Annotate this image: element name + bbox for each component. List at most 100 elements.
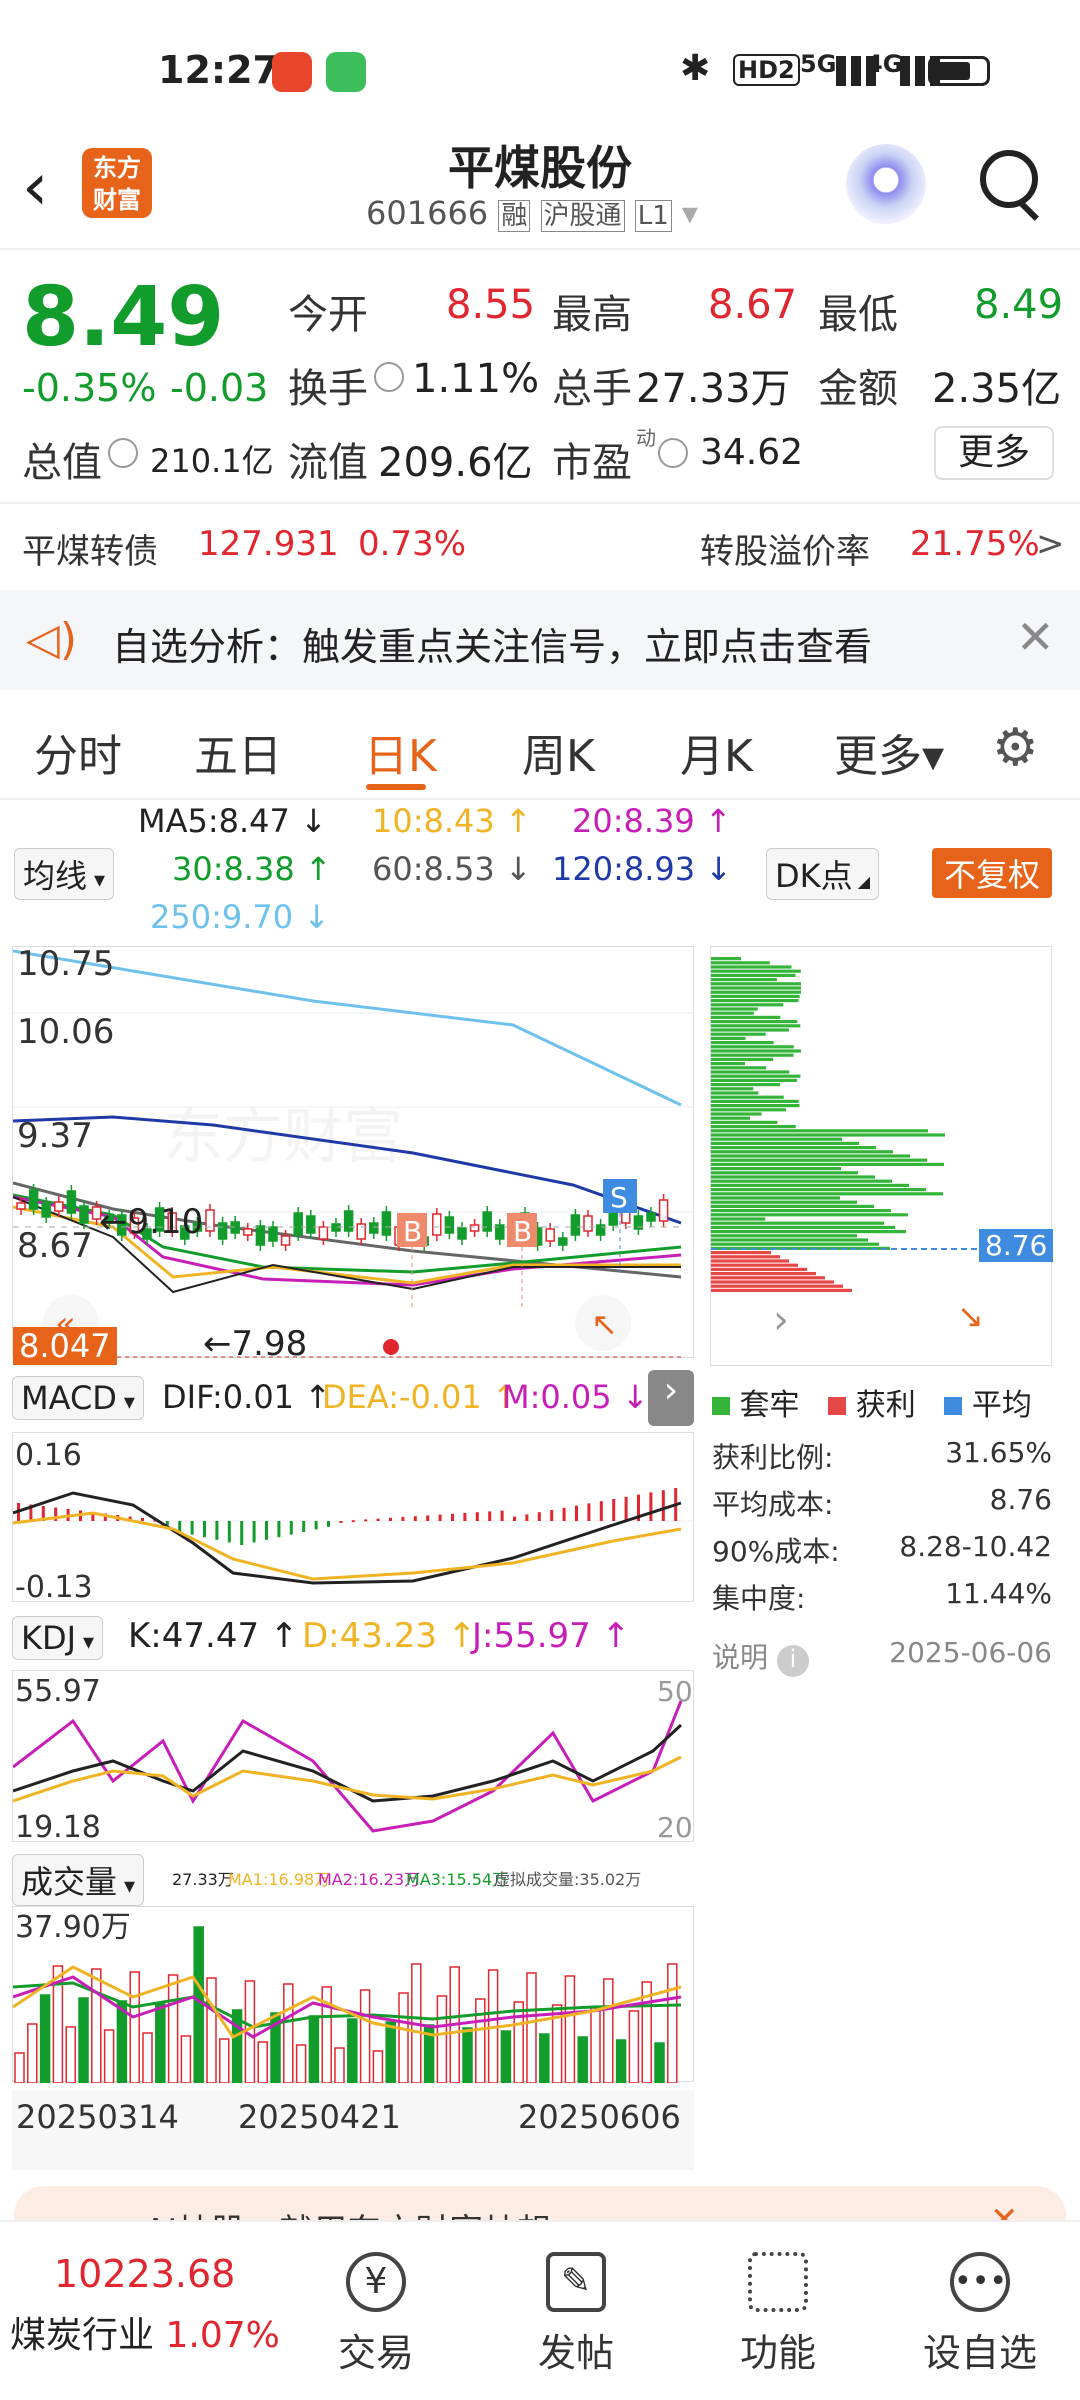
tab-more[interactable]: 更多▾ (834, 720, 944, 784)
amount-value: 2.35亿 (932, 366, 1062, 412)
macd-bar (426, 1515, 430, 1521)
volume-bar (667, 1963, 678, 2084)
tag-l1: L1 (634, 200, 672, 232)
volume-bar (219, 2038, 230, 2084)
tab-rik[interactable]: 日K (364, 720, 437, 784)
candle-body (16, 1202, 26, 1210)
kdj-chart[interactable]: 55.97 19.18 50 20 (12, 1670, 694, 1845)
tag-hgt: 沪股通 (540, 200, 625, 232)
signal-4g-icon: 4G (866, 50, 903, 78)
macd-bar (612, 1499, 616, 1521)
nav-post[interactable]: ✎ 发帖 (496, 2252, 656, 2377)
chip-bar (711, 1230, 906, 1234)
note-label[interactable]: 说明 (712, 1641, 768, 1674)
tab-yuek[interactable]: 月K (680, 720, 753, 784)
chip-bar (711, 1007, 758, 1011)
kdj-bottom-label: 19.18 (15, 1810, 101, 1843)
chevron-right-icon[interactable]: › (773, 1297, 789, 1343)
chip-bar (711, 1242, 879, 1246)
ma20: 20:8.39 ↑ (572, 802, 732, 840)
more-button[interactable]: 更多 (934, 426, 1054, 480)
macd-bar (550, 1510, 554, 1521)
buy-signal-label: B (403, 1215, 422, 1248)
chip-stat-value: 11.44% (945, 1577, 1052, 1610)
candle-body (343, 1210, 354, 1232)
chip-bar (711, 1070, 790, 1074)
chip-bar (711, 1129, 928, 1133)
legend-tao-icon (712, 1397, 730, 1415)
macd-dropdown[interactable]: MACD ▾ (12, 1376, 144, 1420)
settings-gear-icon[interactable]: ⚙ (992, 718, 1039, 778)
kdj-header: KDJ ▾ K:47.47 ↑ D:43.23 ↑ J:55.97 ↑ (12, 1610, 694, 1666)
expand-right-button[interactable]: › (648, 1370, 694, 1426)
macd-bar (562, 1507, 566, 1521)
chip-distribution-chart[interactable]: 8.76 › ↘ (710, 946, 1054, 1366)
tab-wuri[interactable]: 五日 (194, 720, 282, 784)
chip-bar (711, 1200, 857, 1204)
tab-zhouk[interactable]: 周K (522, 720, 595, 784)
open-value: 8.55 (446, 282, 536, 328)
info-icon[interactable] (658, 438, 688, 468)
chip-stat-value: 31.65% (945, 1436, 1052, 1469)
chip-bar (711, 1032, 766, 1036)
arrow-icon[interactable]: ↘ (957, 1297, 984, 1335)
chip-bar (711, 1053, 794, 1057)
stock-code-row[interactable]: 601666 融 沪股通 L1 ▾ (366, 194, 698, 232)
chip-bar (711, 1112, 762, 1116)
low-point-dot (383, 1339, 399, 1355)
volume-bar (628, 2010, 640, 2084)
chip-bar (711, 1162, 944, 1166)
industry-pct: 1.07% (165, 2315, 280, 2356)
amount-label: 金额 (818, 366, 898, 412)
macd-chart[interactable]: 0.16 -0.13 (12, 1432, 695, 1605)
macd-bar (649, 1492, 653, 1521)
volume-bar (654, 2042, 665, 2084)
chip-bar (711, 1133, 945, 1137)
chip-bar (711, 1267, 807, 1271)
macd-bottom-label: -0.13 (15, 1570, 93, 1603)
chip-bar (711, 1188, 926, 1192)
info-icon[interactable] (108, 438, 138, 468)
chip-bar (711, 1074, 801, 1078)
tab-fenshi[interactable]: 分时 (34, 720, 122, 784)
volume-chart[interactable]: 37.90万 (12, 1906, 694, 2084)
chip-bar (711, 1066, 767, 1070)
macd-bar (451, 1513, 454, 1521)
macd-bar (265, 1521, 268, 1540)
volume-bar (372, 2050, 384, 2084)
avg-line-dropdown[interactable]: 均线 ▾ (14, 848, 115, 900)
kdj-dropdown[interactable]: KDJ ▾ (12, 1616, 104, 1660)
close-icon[interactable]: ✕ (1016, 610, 1055, 664)
battery-icon (928, 56, 990, 86)
nav-add-watchlist[interactable]: ••• 设自选 (900, 2252, 1060, 2377)
industry-index[interactable]: 10223.68 煤炭行业 1.07% (10, 2252, 280, 2358)
search-icon-handle (1019, 201, 1039, 221)
chip-bar (711, 1087, 754, 1091)
robot-avatar-icon[interactable] (846, 144, 926, 224)
volume-bar (103, 2029, 115, 2084)
volume-bar (180, 2035, 192, 2084)
macd-bar (190, 1521, 194, 1535)
analysis-banner[interactable]: ◁) 自选分析：触发重点关注信号，立即点击查看 ✕ (0, 590, 1080, 690)
kline-chart[interactable]: 东方财富 10.75 10.06 9.37 8.67 ←9.10 ←7.98 B… (12, 944, 695, 1365)
dk-dropdown[interactable]: DK点 ◢ (766, 848, 880, 900)
search-icon[interactable] (980, 150, 1038, 208)
macd-bar (252, 1521, 256, 1543)
bond-row[interactable]: 平煤转债 127.931 0.73% 转股溢价率 21.75% > (0, 502, 1080, 588)
quote-panel: 8.49 -0.35% -0.03 今开 8.55 最高 8.67 最低 8.4… (0, 252, 1080, 502)
candle-body (293, 1212, 303, 1236)
mcap-value: 210.1亿 (150, 442, 274, 480)
nav-function[interactable]: 功能 (698, 2252, 858, 2377)
info-icon[interactable]: i (776, 1645, 809, 1677)
date-axis: 20250314 20250421 20250606 (12, 2090, 694, 2170)
legend-huo: 获利 (855, 1388, 916, 1423)
candle-body (255, 1225, 266, 1246)
volume-dropdown[interactable]: 成交量 ▾ (12, 1854, 145, 1906)
chip-bar (711, 1179, 892, 1183)
chip-bar (711, 1083, 781, 1087)
fq-button[interactable]: 不复权 (932, 848, 1053, 898)
volume-header: 成交量 ▾ 27.33万 MA1:16.98万 MA2:16.23万 MA3:1… (12, 1850, 694, 1906)
nav-trade[interactable]: ¥ 交易 (296, 2252, 456, 2377)
macd-bar (351, 1520, 355, 1523)
info-icon[interactable] (374, 362, 404, 392)
